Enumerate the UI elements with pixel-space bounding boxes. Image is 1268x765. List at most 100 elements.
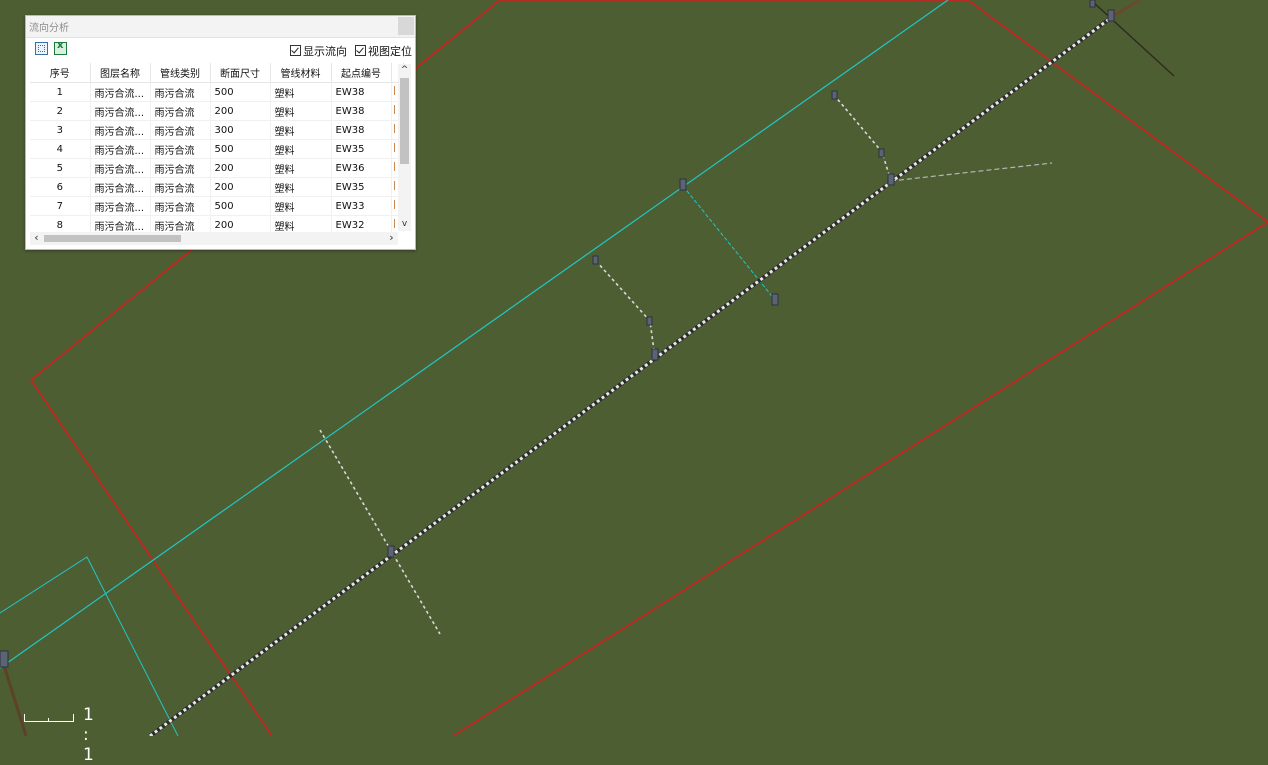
- table-cell: 塑料: [270, 158, 332, 178]
- manhole-node: [887, 173, 895, 186]
- table-cell: 雨污合流: [150, 139, 211, 159]
- table-cell: 塑料: [270, 196, 332, 216]
- view-locate-checkbox[interactable]: 视图定位: [355, 43, 412, 58]
- table-cell: 300: [210, 120, 271, 140]
- table-cell: 雨污合流...: [90, 101, 151, 121]
- column-header[interactable]: 管线材料: [270, 63, 332, 83]
- table-cell: 2: [30, 101, 91, 121]
- manhole-node: [831, 90, 838, 100]
- panel-title: 流向分析: [29, 23, 69, 34]
- overflow-column-marker: [393, 162, 395, 171]
- table-cell: 雨污合流...: [90, 82, 151, 102]
- table-cell: 塑料: [270, 139, 332, 159]
- scroll-up-icon[interactable]: ^: [398, 64, 411, 77]
- table-row[interactable]: 5 雨污合流... 雨污合流 200 塑料 EW36: [30, 158, 404, 178]
- table-cell: 200: [210, 101, 271, 121]
- vertical-scrollbar[interactable]: ^ v: [398, 64, 411, 231]
- manhole-node: [878, 148, 885, 158]
- manhole-node: [771, 293, 779, 306]
- flow-analysis-panel: 流向分析 显示流向 视图定位 序号 图层名称 管线类别 断面尺寸 管线材: [25, 15, 416, 250]
- column-header[interactable]: 管线类别: [150, 63, 211, 83]
- overflow-column-marker: [393, 86, 395, 95]
- result-table[interactable]: 序号 图层名称 管线类别 断面尺寸 管线材料 起点编号 1 雨污合流... 雨污合流…: [30, 63, 411, 232]
- table-cell: 雨污合流: [150, 196, 211, 216]
- panel-toolbar: 显示流向 视图定位: [26, 38, 415, 60]
- table-cell: 200: [210, 177, 271, 197]
- table-cell: EW32: [331, 215, 392, 232]
- scroll-left-icon[interactable]: ‹: [30, 232, 43, 245]
- manhole-node: [1089, 0, 1096, 8]
- table-cell: 雨污合流: [150, 120, 211, 140]
- manhole-node: [1107, 9, 1115, 22]
- column-header[interactable]: 起点编号: [331, 63, 392, 83]
- show-flow-checkbox[interactable]: 显示流向: [290, 43, 347, 58]
- scale-ratio: 1 : 1: [83, 705, 95, 765]
- table-cell: 500: [210, 196, 271, 216]
- excel-export-icon[interactable]: [54, 40, 67, 55]
- table-cell: 雨污合流: [150, 177, 211, 197]
- table-cell: 雨污合流: [150, 158, 211, 178]
- overflow-column-marker: [393, 200, 395, 209]
- table-cell: EW38: [331, 120, 392, 140]
- table-row[interactable]: 8 雨污合流... 雨污合流 200 塑料 EW32: [30, 215, 404, 232]
- table-cell: 6: [30, 177, 91, 197]
- column-header[interactable]: 序号: [30, 63, 91, 83]
- manhole-node: [387, 545, 395, 558]
- table-cell: 塑料: [270, 120, 332, 140]
- manhole-node: [592, 255, 599, 265]
- table-cell: 8: [30, 215, 91, 232]
- overflow-column-marker: [393, 181, 395, 190]
- horizontal-scroll-thumb[interactable]: [44, 235, 181, 242]
- table-cell: 7: [30, 196, 91, 216]
- table-cell: 塑料: [270, 215, 332, 232]
- table-cell: 塑料: [270, 82, 332, 102]
- close-icon[interactable]: [398, 17, 414, 35]
- vertical-scroll-thumb[interactable]: [400, 78, 409, 164]
- table-row[interactable]: 1 雨污合流... 雨污合流 500 塑料 EW38: [30, 82, 404, 102]
- scale-bar-graphic: [24, 714, 74, 722]
- table-cell: 塑料: [270, 177, 332, 197]
- table-cell: 雨污合流...: [90, 158, 151, 178]
- table-cell: EW38: [331, 101, 392, 121]
- table-row[interactable]: 7 雨污合流... 雨污合流 500 塑料 EW33: [30, 196, 404, 216]
- table-cell: 500: [210, 82, 271, 102]
- table-cell: 1: [30, 82, 91, 102]
- scroll-down-icon[interactable]: v: [398, 218, 411, 231]
- table-row[interactable]: 2 雨污合流... 雨污合流 200 塑料 EW38: [30, 101, 404, 121]
- manhole-node: [679, 178, 687, 191]
- table-row[interactable]: 6 雨污合流... 雨污合流 200 塑料 EW35: [30, 177, 404, 197]
- table-row[interactable]: 3 雨污合流... 雨污合流 300 塑料 EW38: [30, 120, 404, 140]
- table-cell: 塑料: [270, 101, 332, 121]
- locate-icon[interactable]: [35, 42, 48, 55]
- table-cell: 雨污合流...: [90, 196, 151, 216]
- column-header[interactable]: 图层名称: [90, 63, 151, 83]
- checkbox-checked-icon[interactable]: [290, 45, 301, 56]
- table-row[interactable]: 4 雨污合流... 雨污合流 500 塑料 EW35: [30, 139, 404, 159]
- overflow-column-marker: [393, 124, 395, 133]
- panel-title-bar[interactable]: 流向分析: [26, 16, 415, 38]
- scroll-right-icon[interactable]: ›: [385, 232, 398, 245]
- table-cell: EW35: [331, 139, 392, 159]
- show-flow-label: 显示流向: [303, 45, 347, 58]
- scale-bar-tick: [48, 718, 49, 722]
- table-cell: 雨污合流...: [90, 215, 151, 232]
- horizontal-scrollbar[interactable]: ‹ ›: [30, 232, 398, 245]
- table-cell: 5: [30, 158, 91, 178]
- table-cell: 4: [30, 139, 91, 159]
- table-cell: 200: [210, 158, 271, 178]
- column-header[interactable]: 断面尺寸: [210, 63, 271, 83]
- table-cell: 雨污合流...: [90, 120, 151, 140]
- table-cell: 雨污合流: [150, 101, 211, 121]
- manhole-node: [0, 650, 9, 668]
- overflow-column-marker: [393, 219, 395, 228]
- table-cell: 3: [30, 120, 91, 140]
- table-header-row: 序号 图层名称 管线类别 断面尺寸 管线材料 起点编号: [30, 63, 404, 83]
- table-cell: EW38: [331, 82, 392, 102]
- overflow-column-marker: [393, 105, 395, 114]
- overflow-column-marker: [393, 143, 395, 152]
- table-cell: 雨污合流...: [90, 139, 151, 159]
- table-cell: 200: [210, 215, 271, 232]
- view-locate-label: 视图定位: [368, 45, 412, 58]
- table-cell: 雨污合流...: [90, 177, 151, 197]
- checkbox-checked-icon[interactable]: [355, 45, 366, 56]
